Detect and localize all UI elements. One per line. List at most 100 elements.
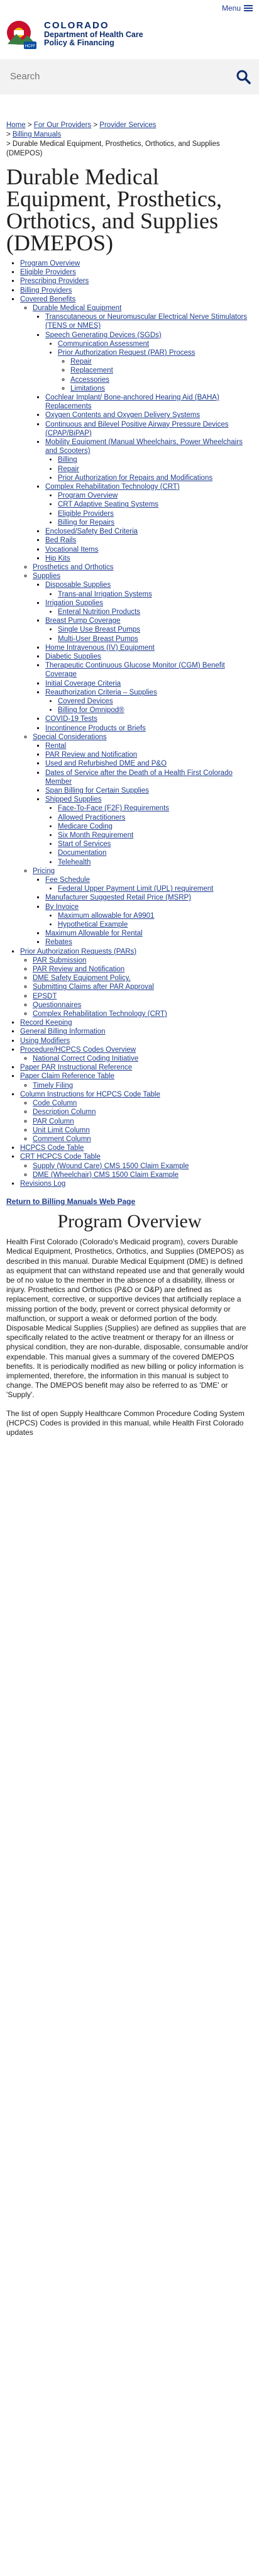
toc-link[interactable]: EPSDT	[33, 993, 57, 1000]
toc-link[interactable]: Pricing	[33, 867, 55, 875]
search-icon[interactable]	[235, 69, 251, 85]
toc-link[interactable]: Rebates	[45, 939, 72, 946]
toc-link[interactable]: Medicare Coding	[58, 823, 113, 830]
toc-link[interactable]: Enclosed/Safety Bed Criteria	[45, 528, 138, 535]
toc-link[interactable]: Limitations	[70, 385, 105, 393]
toc-link[interactable]: Speech Generating Devices (SGDs)	[45, 332, 162, 339]
toc-link[interactable]: CRT HCPCS Code Table	[20, 1153, 101, 1161]
toc-link[interactable]: Billing	[58, 456, 77, 464]
toc-link[interactable]: Supply (Wound Care) CMS 1500 Claim Examp…	[33, 1163, 189, 1170]
toc-link[interactable]: Documentation	[58, 849, 106, 857]
toc-link[interactable]: Diabetic Supplies	[45, 653, 101, 661]
toc-link[interactable]: Unit Limit Column	[33, 1127, 90, 1134]
toc-link[interactable]: Reauthorization Criteria – Supplies	[45, 689, 157, 696]
breadcrumb-manuals[interactable]: Billing Manuals	[13, 131, 61, 138]
toc-link[interactable]: Eligible Providers	[58, 510, 114, 518]
toc-link[interactable]: Disposable Supplies	[45, 581, 111, 589]
toc-link[interactable]: Paper PAR Instructional Reference	[20, 1064, 132, 1071]
toc-link[interactable]: Incontinence Products or Briefs	[45, 725, 146, 732]
toc-link[interactable]: Cochlear Implant/ Bone-anchored Hearing …	[45, 394, 219, 410]
toc-link[interactable]: Description Column	[33, 1108, 96, 1116]
toc-link[interactable]: COVID-19 Tests	[45, 715, 97, 723]
toc-link[interactable]: PAR Review and Notification	[33, 966, 124, 973]
toc-link[interactable]: Program Overview	[20, 260, 80, 267]
toc-link[interactable]: Mobility Equipment (Manual Wheelchairs, …	[45, 438, 243, 455]
toc-link[interactable]: Oxygen Contents and Oxygen Delivery Syst…	[45, 411, 200, 419]
toc-link[interactable]: Telehealth	[58, 859, 91, 866]
toc-link[interactable]: DME (Wheelchair) CMS 1500 Claim Example	[33, 1171, 179, 1179]
toc-link[interactable]: Hip Kits	[45, 555, 70, 562]
toc-link[interactable]: Communication Assessment	[58, 340, 149, 348]
toc-link[interactable]: Manufacturer Suggested Retail Price (MSR…	[45, 894, 191, 901]
toc-link[interactable]: Eligible Providers	[20, 269, 76, 276]
toc-link[interactable]: Repair	[58, 466, 79, 473]
colorado-logo-icon[interactable]: HCPF	[5, 19, 39, 50]
toc-link[interactable]: Face-To-Face (F2F) Requirements	[58, 805, 169, 812]
toc-link[interactable]: Replacement	[70, 367, 113, 374]
toc-link[interactable]: Hypothetical Example	[58, 921, 128, 928]
toc-link[interactable]: Prior Authorization Requests (PARs)	[20, 948, 136, 956]
toc-link[interactable]: Timely Filing	[33, 1082, 73, 1090]
toc-link[interactable]: Dates of Service after the Death of a He…	[45, 769, 233, 786]
toc-link[interactable]: Home Intravenous (IV) Equipment	[45, 644, 155, 652]
toc-link[interactable]: Trans-anal Irrigation Systems	[58, 591, 152, 598]
toc-link[interactable]: Rental	[45, 742, 66, 750]
toc-link[interactable]: Complex Rehabilitation Technology (CRT)	[33, 1010, 167, 1018]
toc-link[interactable]: Vocational Items	[45, 546, 98, 554]
toc-link[interactable]: Accessories	[70, 376, 109, 384]
toc-link[interactable]: Billing for Omnipod®	[58, 706, 124, 714]
toc-link[interactable]: Covered Devices	[58, 698, 113, 705]
toc-link[interactable]: Complex Rehabilitation Technology (CRT)	[45, 483, 180, 491]
toc-link[interactable]: Supplies	[33, 572, 60, 580]
toc-link[interactable]: Paper Claim Reference Table	[20, 1073, 114, 1080]
toc-link[interactable]: Prosthetics and Orthotics	[33, 564, 113, 571]
toc-link[interactable]: Allowed Practitioners	[58, 814, 125, 822]
toc-link[interactable]: Column Instructions for HCPCS Code Table	[20, 1091, 160, 1098]
toc-link[interactable]: PAR Review and Notification	[45, 751, 137, 759]
toc-link[interactable]: Multi-User Breast Pumps	[58, 635, 138, 643]
toc-link[interactable]: Start of Services	[58, 840, 111, 848]
toc-link[interactable]: Federal Upper Payment Limit (UPL) requir…	[58, 885, 213, 893]
toc-link[interactable]: Shipped Supplies	[45, 796, 102, 803]
toc-link[interactable]: Initial Coverage Criteria	[45, 680, 121, 688]
toc-link[interactable]: Fee Schedule	[45, 876, 90, 884]
toc-link[interactable]: Repair	[70, 358, 92, 365]
toc-link[interactable]: Irrigation Supplies	[45, 599, 103, 607]
toc-link[interactable]: Using Modifiers	[20, 1037, 70, 1045]
toc-link[interactable]: Continuous and Bilevel Positive Airway P…	[45, 421, 228, 437]
breadcrumb-services[interactable]: Provider Services	[99, 121, 156, 129]
toc-link[interactable]: Enteral Nutrition Products	[58, 608, 140, 616]
toc-link[interactable]: HCPCS Code Table	[20, 1144, 84, 1152]
toc-link[interactable]: Questionnaires	[33, 1001, 81, 1009]
toc-link[interactable]: Program Overview	[58, 492, 118, 499]
toc-link[interactable]: Billing Providers	[20, 287, 72, 294]
toc-link[interactable]: Maximum Allowable for Rental	[45, 930, 143, 937]
toc-link[interactable]: Therapeutic Continuous Glucose Monitor (…	[45, 662, 225, 678]
toc-link[interactable]: PAR Submission	[33, 957, 86, 964]
toc-link[interactable]: Span Billing for Certain Supplies	[45, 787, 149, 795]
toc-link[interactable]: Code Column	[33, 1100, 77, 1107]
toc-link[interactable]: PAR Column	[33, 1118, 74, 1125]
toc-link[interactable]: Maximum allowable for A9901	[58, 912, 154, 920]
toc-link[interactable]: Procedure/HCPCS Codes Overview	[20, 1046, 136, 1054]
toc-link[interactable]: Single Use Breast Pumps	[58, 626, 140, 633]
toc-link[interactable]: General Billing Information	[20, 1028, 106, 1035]
toc-link[interactable]: National Correct Coding Initiative	[33, 1055, 138, 1062]
toc-link[interactable]: By Invoice	[45, 903, 79, 911]
toc-link[interactable]: Comment Column	[33, 1135, 91, 1143]
toc-link[interactable]: Six Month Requirement	[58, 832, 133, 839]
toc-link[interactable]: DME Safety Equipment Policy.	[33, 974, 131, 982]
toc-link[interactable]: Prior Authorization for Repairs and Modi…	[58, 474, 212, 482]
toc-link[interactable]: Record Keeping	[20, 1019, 72, 1027]
toc-link[interactable]: Prior Authorization Request (PAR) Proces…	[58, 349, 195, 357]
toc-link[interactable]: Breast Pump Coverage	[45, 617, 121, 625]
toc-link[interactable]: CRT Adaptive Seating Systems	[58, 501, 158, 508]
toc-link[interactable]: Submitting Claims after PAR Approval	[33, 983, 154, 991]
search-input[interactable]	[9, 70, 200, 82]
toc-link[interactable]: Bed Rails	[45, 537, 76, 544]
toc-link[interactable]: Billing for Repairs	[58, 519, 114, 527]
logo-text[interactable]: COLORADO Department of Health Care Polic…	[44, 20, 143, 47]
toc-link[interactable]: Revisions Log	[20, 1180, 65, 1188]
menu-button[interactable]: Menu	[222, 4, 253, 13]
toc-link[interactable]: Prescribing Providers	[20, 277, 89, 285]
